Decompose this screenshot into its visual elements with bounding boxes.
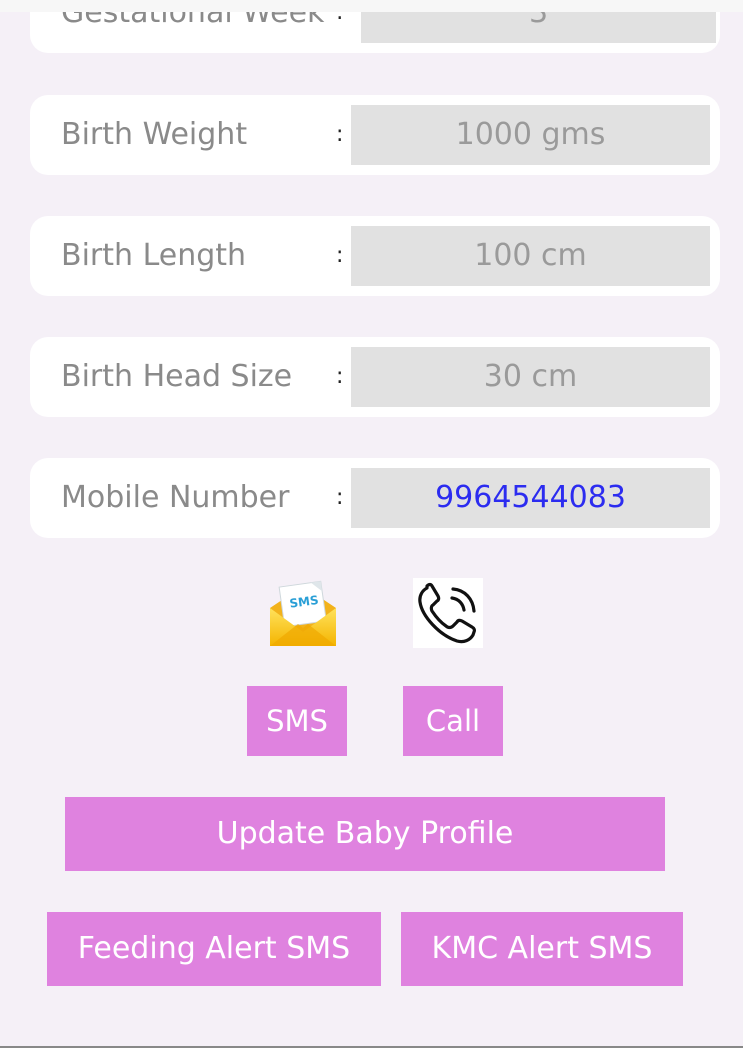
kmc-alert-sms-button[interactable]: KMC Alert SMS: [401, 912, 683, 986]
birth-head-size-colon: :: [336, 364, 344, 389]
birth-length-colon: :: [336, 243, 344, 268]
birth-head-size-row: Birth Head Size : 30 cm: [30, 337, 720, 417]
feeding-alert-sms-button[interactable]: Feeding Alert SMS: [47, 912, 381, 986]
mobile-number-colon: :: [336, 485, 344, 510]
mobile-number-row: Mobile Number : 9964544083: [30, 458, 720, 538]
mobile-number-value[interactable]: 9964544083: [351, 468, 710, 528]
birth-weight-row: Birth Weight : 1000 gms: [30, 95, 720, 175]
birth-head-size-value: 30 cm: [351, 347, 710, 407]
birth-length-value: 100 cm: [351, 226, 710, 286]
mobile-number-label: Mobile Number: [61, 480, 290, 515]
update-baby-profile-button[interactable]: Update Baby Profile: [65, 797, 665, 871]
sms-button[interactable]: SMS: [247, 686, 347, 756]
sms-envelope-icon[interactable]: SMS: [268, 578, 338, 648]
birth-length-row: Birth Length : 100 cm: [30, 216, 720, 296]
phone-call-icon[interactable]: [413, 578, 483, 648]
birth-head-size-label: Birth Head Size: [61, 359, 293, 394]
birth-weight-value: 1000 gms: [351, 105, 710, 165]
birth-length-label: Birth Length: [61, 238, 247, 273]
birth-weight-colon: :: [336, 122, 344, 147]
call-button[interactable]: Call: [403, 686, 503, 756]
birth-weight-label: Birth Weight: [61, 117, 248, 152]
status-bar-strip: [0, 0, 743, 12]
